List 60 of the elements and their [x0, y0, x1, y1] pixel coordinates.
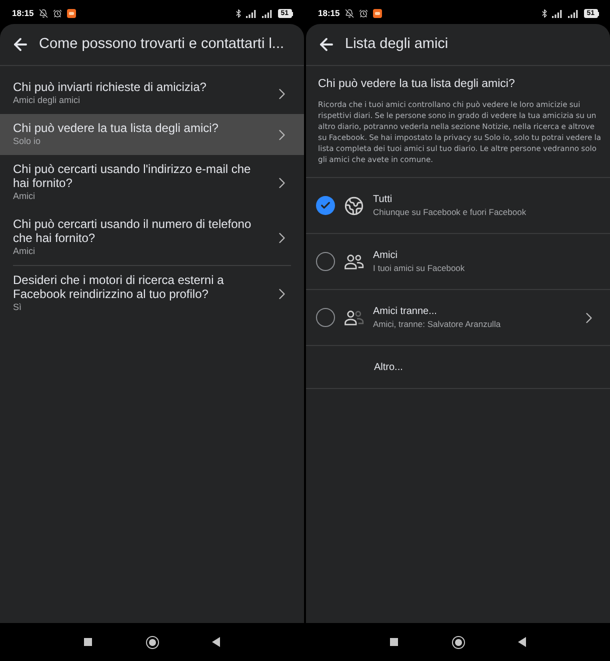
setting-question: Chi può cercarti usando l'indirizzo e-mail che hai fornito? — [13, 162, 252, 190]
notifications-off-icon — [38, 9, 48, 18]
screen-title: Lista degli amici — [345, 34, 448, 54]
setting-question: Chi può vedere la tua lista degli amici? — [13, 121, 218, 135]
alarm-clock-icon — [358, 9, 368, 18]
setting-question: Desideri che i motori di ricerca esterni a Facebook reindirizzino al tuo profilo? — [13, 273, 225, 301]
triangle-icon — [212, 637, 220, 647]
home-button[interactable] — [144, 634, 160, 650]
option-label: Amici — [373, 249, 398, 262]
back-button[interactable] — [11, 35, 30, 54]
setting-value: Amici — [13, 190, 35, 203]
radio-button[interactable] — [316, 196, 335, 215]
triangle-icon — [518, 637, 526, 647]
square-icon — [390, 638, 398, 646]
bluetooth-icon — [234, 9, 243, 18]
signal-icon — [568, 10, 578, 18]
option-label: Tutti — [373, 193, 392, 206]
home-button[interactable] — [450, 634, 466, 650]
checkmark-icon — [320, 200, 331, 211]
people-partly-faded-icon — [344, 309, 364, 326]
option-description: Chiunque su Facebook e fuori Facebook — [373, 206, 526, 218]
circle-icon — [452, 636, 464, 648]
notifications-off-icon — [344, 9, 354, 18]
setting-value: Solo io — [13, 135, 41, 148]
setting-value: Amici degli amici — [13, 94, 80, 107]
audience-option[interactable]: Tutti Chiunque su Facebook e fuori Facebook — [306, 178, 610, 234]
settings-row[interactable]: Chi può vedere la tua lista degli amici? Solo io — [0, 114, 304, 155]
setting-value: Amici — [13, 245, 35, 258]
bluetooth-icon — [540, 9, 549, 18]
app-notification-icon — [372, 9, 382, 18]
back-button[interactable] — [317, 35, 336, 54]
app-notification-icon — [66, 9, 76, 18]
option-label: Amici tranne... — [373, 305, 437, 318]
option-description: Amici, tranne: Salvatore Aranzulla — [373, 318, 501, 330]
alarm-clock-icon — [52, 9, 62, 18]
signal-icon — [246, 10, 256, 18]
globe-icon — [344, 196, 364, 216]
setting-question: Chi può inviarti richieste di amicizia? — [13, 80, 206, 94]
arrow-left-icon — [317, 35, 336, 54]
screen-title: Come possono trovarti e contattarti l... — [39, 34, 284, 54]
privacy-question: Chi può vedere la tua lista degli amici? — [318, 77, 515, 91]
settings-row[interactable]: Chi può cercarti usando il numero di telefono che hai fornito? Amici — [0, 210, 304, 265]
signal-icon — [262, 10, 272, 18]
circle-icon — [146, 636, 158, 648]
radio-button[interactable] — [316, 308, 335, 327]
more-options-link[interactable]: Altro... — [374, 360, 403, 374]
audience-option[interactable]: Amici tranne... Amici, tranne: Salvatore Aranzulla — [306, 290, 610, 346]
settings-row[interactable]: Chi può cercarti usando l'indirizzo e-mail che hai fornito? Amici — [0, 155, 304, 210]
setting-question: Chi può cercarti usando il numero di telefono che hai fornito? — [13, 217, 252, 245]
audience-option[interactable]: Amici I tuoi amici su Facebook — [306, 234, 610, 290]
status-time: 18:15 — [318, 9, 340, 18]
status-time: 18:15 — [12, 9, 34, 18]
radio-button[interactable] — [316, 252, 335, 271]
option-description: I tuoi amici su Facebook — [373, 262, 465, 274]
signal-icon — [552, 10, 562, 18]
setting-value: Sì — [13, 301, 22, 314]
settings-row[interactable]: Chi può inviarti richieste di amicizia? Amici degli amici — [0, 73, 304, 114]
people-icon — [344, 253, 364, 270]
square-icon — [84, 638, 92, 646]
settings-row[interactable]: Desideri che i motori di ricerca esterni a Facebook reindirizzino al tuo profilo? Sì — [0, 266, 304, 321]
